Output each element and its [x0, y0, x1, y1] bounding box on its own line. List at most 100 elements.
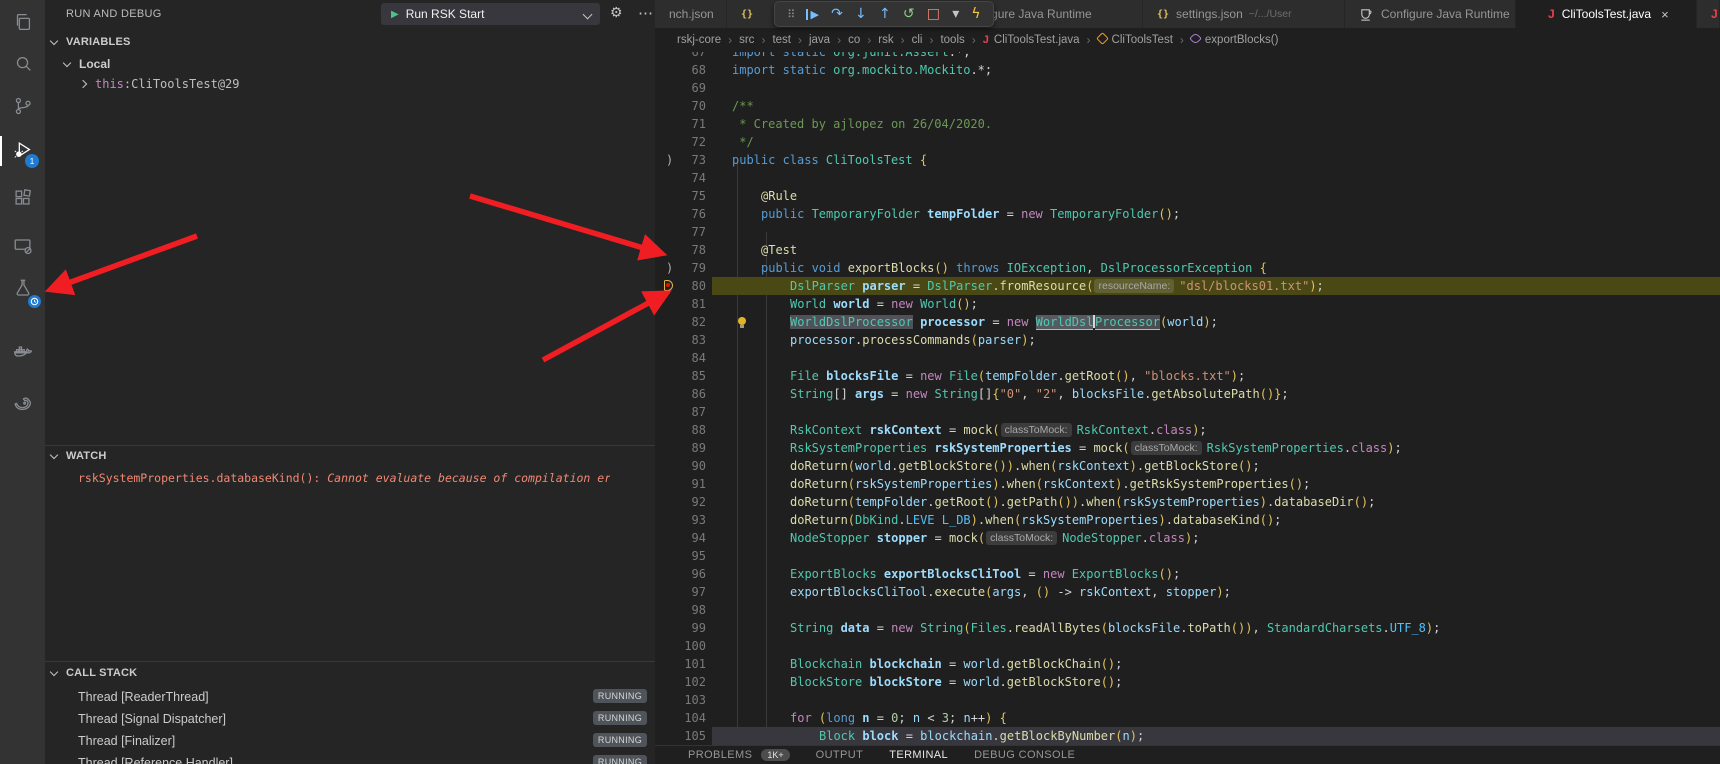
code-line-68[interactable]: 68import static org.mockito.Mockito.*; — [655, 61, 1720, 79]
call-stack-thread-row[interactable]: Thread [Reference Handler]RUNNING — [45, 752, 655, 764]
breadcrumb-item-file[interactable]: JCliToolsTest.java — [983, 34, 1080, 46]
restart-button[interactable]: ↺ — [903, 7, 915, 21]
run-config-dropdown[interactable]: ▶ Run RSK Start — [381, 3, 600, 25]
panel-tab-terminal[interactable]: TERMINAL — [889, 749, 948, 761]
step-over-button[interactable]: ↷ — [831, 7, 843, 21]
code-line-93[interactable]: 93doReturn(DbKind.LEVE L_DB).when(rskSys… — [655, 511, 1720, 529]
code-line-81[interactable]: 81World world = new World(); — [655, 295, 1720, 313]
debug-toolbar[interactable]: ⠿ ▶ ↷ ↓ ↑ ↺ □ ▾ ϟ — [774, 1, 994, 27]
code-line-79[interactable]: )79public void exportBlocks() throws IOE… — [655, 259, 1720, 277]
close-icon[interactable]: × — [1661, 7, 1669, 22]
testing-icon[interactable] — [0, 266, 45, 310]
code-line-103[interactable]: 103 — [655, 691, 1720, 709]
gradle-icon[interactable] — [0, 381, 45, 425]
code-line-104[interactable]: 104for (long n = 0; n < 3; n++) { — [655, 709, 1720, 727]
code-line-102[interactable]: 102BlockStore blockStore = world.getBloc… — [655, 673, 1720, 691]
watch-section-header[interactable]: WATCH — [45, 446, 655, 466]
code-line-76[interactable]: 76public TemporaryFolder tempFolder = ne… — [655, 205, 1720, 223]
breadcrumb-item[interactable]: cli — [912, 34, 923, 46]
tab-configure-java-runtime[interactable]: Configure Java Runtime — [1345, 0, 1516, 28]
breadcrumb-item[interactable]: co — [848, 34, 860, 46]
tab-clitoolstest-java[interactable]: JCliToolsTest.java× — [1516, 0, 1697, 28]
variables-scope-local[interactable]: Local — [64, 54, 110, 74]
step-into-button[interactable]: ↓ — [855, 7, 867, 21]
code-line-98[interactable]: 98 — [655, 601, 1720, 619]
search-icon[interactable] — [0, 42, 45, 86]
lightbulb-icon[interactable] — [738, 317, 746, 325]
variables-section-header[interactable]: VARIABLES — [45, 32, 655, 52]
code-line-101[interactable]: 101Blockchain blockchain = world.getBloc… — [655, 655, 1720, 673]
code-line-100[interactable]: 100 — [655, 637, 1720, 655]
code-line-96[interactable]: 96ExportBlocks exportBlocksCliTool = new… — [655, 565, 1720, 583]
breadcrumb-item[interactable]: rskj-core — [677, 34, 721, 46]
code-area[interactable]: 67import static org.junit.Assert.*;68imp… — [655, 0, 1720, 745]
code-line-77[interactable]: 77 — [655, 223, 1720, 241]
code-line-97[interactable]: 97exportBlocksCliTool.execute(args, () -… — [655, 583, 1720, 601]
stop-dropdown-button[interactable]: ▾ — [952, 7, 959, 21]
code-line-74[interactable]: 74 — [655, 169, 1720, 187]
breadcrumb-item[interactable]: test — [772, 34, 791, 46]
tab-nch-json[interactable]: nch.json — [655, 0, 727, 28]
variable-row-this[interactable]: this: CliToolsTest@29 — [80, 74, 240, 94]
tab-settings-json[interactable]: {}settings.json~/.../User — [1143, 0, 1345, 28]
call-stack-thread-row[interactable]: Thread [Finalizer]RUNNING — [45, 730, 655, 752]
fold-marker-icon[interactable]: ) — [666, 151, 673, 169]
code-line-99[interactable]: 99String data = new String(Files.readAll… — [655, 619, 1720, 637]
code-line-82[interactable]: 82WorldDslProcessor processor = new Worl… — [655, 313, 1720, 331]
breadcrumb-item-method[interactable]: exportBlocks() — [1191, 34, 1279, 46]
remote-explorer-icon[interactable] — [0, 224, 45, 268]
panel-tab-debug-console[interactable]: DEBUG CONSOLE — [974, 749, 1075, 761]
run-and-debug-icon[interactable]: 1 — [0, 128, 45, 172]
breadcrumb-item-class[interactable]: CliToolsTest — [1098, 34, 1173, 46]
code-line-71[interactable]: 71 * Created by ajlopez on 26/04/2020. — [655, 115, 1720, 133]
explorer-icon[interactable] — [0, 0, 45, 44]
line-number: 99 — [675, 619, 706, 637]
code-line-90[interactable]: 90doReturn(world.getBlockStore()).when(r… — [655, 457, 1720, 475]
code-line-72[interactable]: 72 */ — [655, 133, 1720, 151]
fold-marker-icon[interactable]: ) — [666, 259, 673, 277]
gear-icon[interactable]: ⚙ — [610, 4, 623, 21]
code-line-86[interactable]: 86String[] args = new String[]{"0", "2",… — [655, 385, 1720, 403]
line-number: 69 — [675, 79, 706, 97]
drag-handle-icon[interactable]: ⠿ — [787, 9, 794, 20]
code-line-70[interactable]: 70/** — [655, 97, 1720, 115]
code-line-92[interactable]: 92doReturn(tempFolder.getRoot().getPath(… — [655, 493, 1720, 511]
editor-group[interactable]: 67import static org.junit.Assert.*;68imp… — [655, 0, 1720, 764]
stop-button[interactable]: □ — [927, 7, 940, 21]
code-line-88[interactable]: 88RskContext rskContext = mock(classToMo… — [655, 421, 1720, 439]
code-line-75[interactable]: 75@Rule — [655, 187, 1720, 205]
breadcrumb-item[interactable]: rsk — [878, 34, 893, 46]
code-line-95[interactable]: 95 — [655, 547, 1720, 565]
code-line-78[interactable]: 78@Test — [655, 241, 1720, 259]
code-line-84[interactable]: 84 — [655, 349, 1720, 367]
code-line-69[interactable]: 69 — [655, 79, 1720, 97]
step-out-button[interactable]: ↑ — [879, 7, 891, 21]
source-control-icon[interactable] — [0, 84, 45, 128]
panel-tab-problems[interactable]: PROBLEMS1K+ — [688, 749, 790, 761]
hot-code-replace-button[interactable]: ϟ — [971, 7, 980, 21]
call-stack-thread-row[interactable]: Thread [ReaderThread]RUNNING — [45, 686, 655, 708]
code-line-91[interactable]: 91doReturn(rskSystemProperties).when(rsk… — [655, 475, 1720, 493]
call-stack-thread-row[interactable]: Thread [Signal Dispatcher]RUNNING — [45, 708, 655, 730]
watch-expression-row[interactable]: rskSystemProperties.databaseKind(): Cann… — [78, 468, 610, 488]
code-line-73[interactable]: )73public class CliToolsTest { — [655, 151, 1720, 169]
extensions-icon[interactable] — [0, 176, 45, 220]
continue-button[interactable]: ▶ — [806, 9, 818, 20]
current-instruction-pointer-icon[interactable] — [664, 280, 673, 291]
code-line-83[interactable]: 83processor.processCommands(parser); — [655, 331, 1720, 349]
code-line-94[interactable]: 94NodeStopper stopper = mock(classToMock… — [655, 529, 1720, 547]
code-line-85[interactable]: 85File blocksFile = new File(tempFolder.… — [655, 367, 1720, 385]
more-actions-icon[interactable]: ⋯ — [638, 4, 653, 22]
code-line-105[interactable]: 105Block block = blockchain.getBlockByNu… — [655, 727, 1720, 745]
code-line-80[interactable]: 80DslParser parser = DslParser.fromResou… — [655, 277, 1720, 295]
breadcrumb-item[interactable]: tools — [940, 34, 964, 46]
breadcrumb-item[interactable]: java — [809, 34, 830, 46]
panel-tab-output[interactable]: OUTPUT — [816, 749, 864, 761]
thread-name: Thread [Signal Dispatcher] — [78, 712, 226, 726]
tab-icon-only-6[interactable]: J — [1697, 0, 1720, 28]
code-line-89[interactable]: 89RskSystemProperties rskSystemPropertie… — [655, 439, 1720, 457]
call-stack-section-header[interactable]: CALL STACK — [45, 663, 655, 683]
docker-icon[interactable] — [0, 330, 45, 374]
breadcrumb-item[interactable]: src — [739, 34, 754, 46]
code-line-87[interactable]: 87 — [655, 403, 1720, 421]
